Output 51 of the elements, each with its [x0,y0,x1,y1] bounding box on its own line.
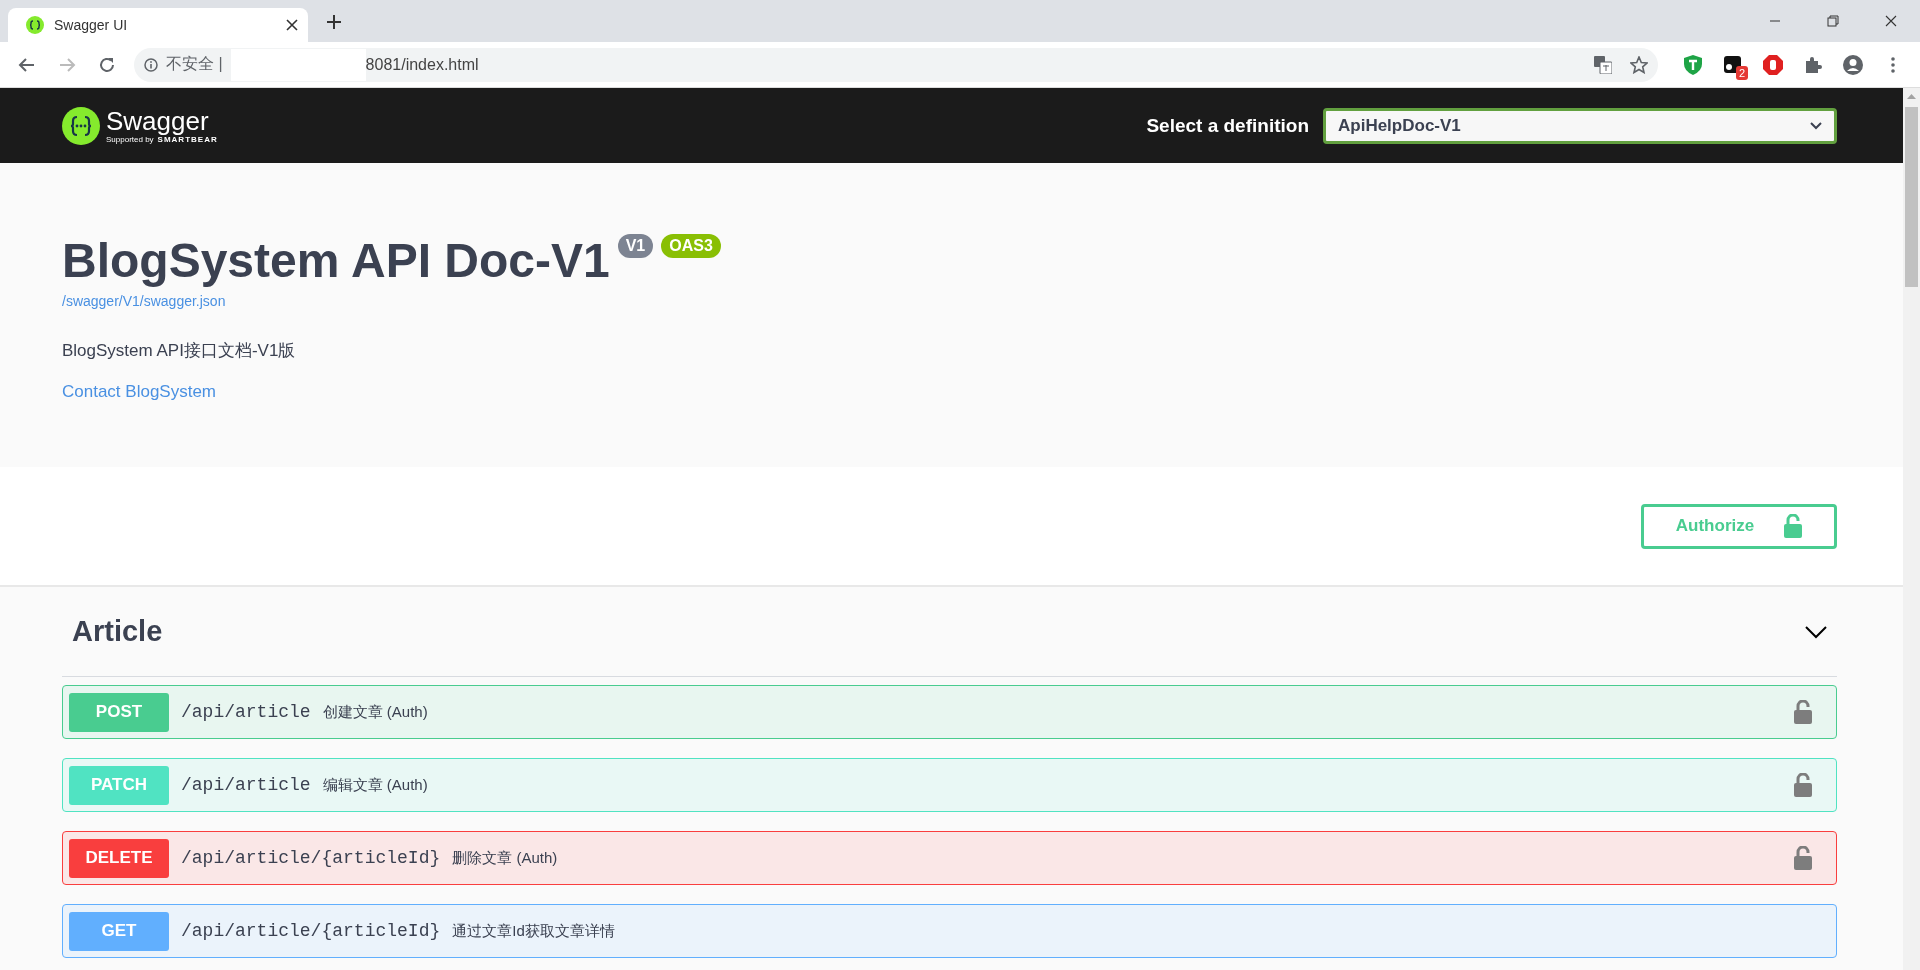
swagger-logo-icon [26,16,44,34]
api-description: BlogSystem API接口文档-V1版 [62,340,297,362]
operation-row[interactable]: PATCH /api/article 编辑文章 (Auth) [62,758,1837,812]
new-tab-icon[interactable] [327,15,341,29]
endpoint-summary: 编辑文章 (Auth) [322,775,428,795]
endpoint-summary: 通过文章Id获取文章详情 [452,921,615,941]
operation-row[interactable]: GET /api/article/{articleId} 通过文章Id获取文章详情 [62,904,1837,958]
endpoint-path: /api/article/{articleId} [181,921,441,941]
tab-title: Swagger UI [54,17,129,33]
method-badge: POST [69,692,169,732]
operation-row[interactable]: DELETE /api/article/{articleId} 删除文章 (Auth) [62,831,1837,885]
star-icon[interactable] [1630,55,1648,74]
restore-icon[interactable] [1827,15,1839,27]
unlock-icon [1784,514,1803,538]
definition-label: Select a definition [1146,114,1309,137]
method-badge: DELETE [69,838,169,878]
url-text: 8081/index.html [365,55,479,74]
method-badge: GET [69,911,169,951]
endpoint-path: /api/article [181,775,311,795]
swagger-logo-icon [62,106,100,145]
definition-select[interactable]: ApiHelpDoc-V1 [1323,107,1837,144]
shield-icon[interactable] [1684,54,1702,75]
operation-row[interactable]: POST /api/article 创建文章 (Auth) [62,685,1837,739]
scrollbar-thumb[interactable] [1905,107,1918,287]
more-icon[interactable] [1891,56,1895,73]
tag-header[interactable]: Article [62,587,1837,677]
scrollbar[interactable] [1903,88,1920,970]
logo-tagline: Supported by [106,135,154,144]
close-icon[interactable] [1885,15,1897,27]
spec-badge: OAS3 [661,234,721,258]
endpoint-summary: 删除文章 (Auth) [452,848,558,868]
security-label: 不安全 | [166,54,223,74]
endpoint-path: /api/article/{articleId} [181,848,441,868]
endpoint-summary: 创建文章 (Auth) [322,702,428,722]
profile-icon[interactable] [1843,54,1863,75]
version-badge: V1 [617,234,654,258]
address-bar[interactable]: 不安全 | 8081/index.html [134,47,1658,82]
browser-tab[interactable]: Swagger UI [8,8,308,42]
translate-icon[interactable] [1594,55,1612,74]
extension-icon[interactable] [1723,54,1743,75]
puzzle-icon[interactable] [1804,55,1822,74]
close-icon[interactable] [286,19,298,31]
logo-text: Swagger [106,107,210,135]
logo-brand: SMARTBEAR [157,135,218,144]
caret-icon [1810,121,1822,130]
api-title: BlogSystem API Doc-V1 [62,233,610,289]
endpoint-path: /api/article [181,702,311,722]
method-badge: PATCH [69,765,169,805]
reload-icon[interactable] [98,55,116,74]
back-icon[interactable] [18,55,36,74]
info-icon[interactable] [144,57,158,72]
